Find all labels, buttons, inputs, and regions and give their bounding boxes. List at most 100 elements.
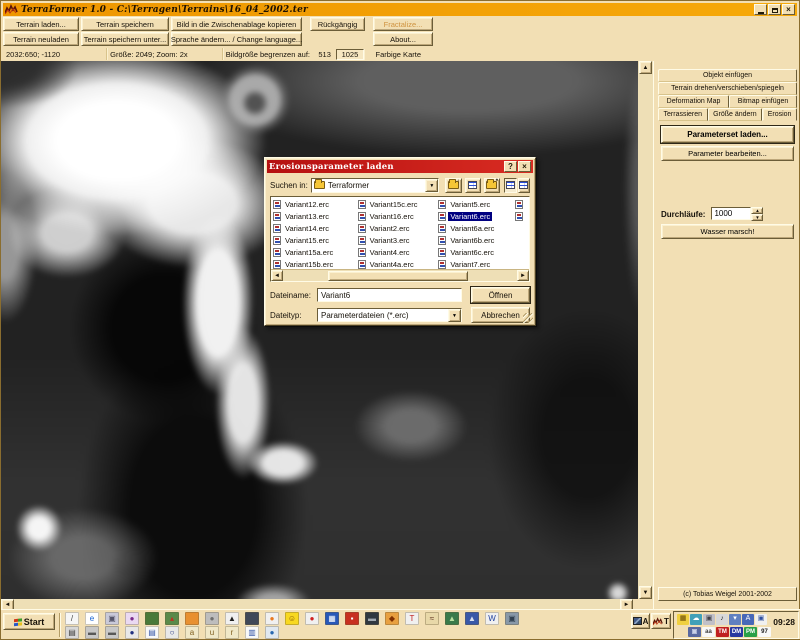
sprache-aendern-button[interactable]: Sprache ändern... / Change language... [171,32,302,46]
file-list-item[interactable] [515,198,529,210]
scrollbar-thumb[interactable] [328,271,468,281]
resize-grip[interactable] [523,313,533,323]
restore-button[interactable] [768,4,781,15]
quicklaunch-icon[interactable]: ● [125,612,139,625]
scroll-down-icon[interactable]: ▼ [639,586,652,599]
quicklaunch-icon[interactable]: T [405,612,419,625]
wasser-marsch-button[interactable]: Wasser marsch! [661,224,794,239]
quicklaunch-icon[interactable]: u [205,626,219,639]
tab-deformation-map[interactable]: Deformation Map [658,95,729,108]
terrain-speichern-button[interactable]: Terrain speichern [81,17,169,31]
cancel-button[interactable]: Abbrechen [471,307,530,323]
minimize-button[interactable] [754,4,767,15]
tray-icon[interactable]: ▦ [677,614,689,625]
file-list-item[interactable] [515,210,529,222]
bild-kopieren-button[interactable]: Bild in die Zwischenablage kopieren [171,17,302,31]
quicklaunch-icon[interactable]: ○ [165,626,179,639]
quicklaunch-icon[interactable] [245,612,259,625]
quicklaunch-icon[interactable]: ▲ [445,612,459,625]
details-view-button[interactable] [518,178,530,193]
map-vertical-scrollbar[interactable]: ▲ ▼ [638,61,653,599]
desktop-view-button[interactable] [465,178,481,193]
open-button[interactable]: Öffnen [471,287,530,303]
spin-up-icon[interactable]: ▲ [751,207,763,214]
file-list[interactable]: Variant12.erc Variant13.erc Variant14.er… [270,196,530,282]
tray-icon[interactable]: ♪ [716,614,728,625]
tray-icon[interactable]: A [742,614,754,625]
status-limit-height-field[interactable]: 1025 [336,49,363,60]
spin-down-icon[interactable]: ▼ [751,214,763,221]
about-button[interactable]: About... [373,32,433,46]
file-list-item[interactable]: Variant15c.erc [358,198,439,210]
quicklaunch-icon[interactable]: r [225,626,239,639]
tab-bitmap-einfuegen[interactable]: Bitmap einfügen [729,95,797,108]
quicklaunch-icon[interactable]: ▲ [225,612,239,625]
file-list-item[interactable]: Variant6.erc [438,210,515,222]
tray-icon[interactable]: ▾ [729,614,741,625]
file-list-item[interactable]: Variant6c.erc [438,246,515,258]
quicklaunch-icon[interactable]: ▬ [365,612,379,625]
terrain-speichern-unter-button[interactable]: Terrain speichern unter... [81,32,169,46]
file-list-item[interactable]: Variant14.erc [273,222,358,234]
quicklaunch-icon[interactable]: ▤ [65,626,79,639]
quicklaunch-icon[interactable] [145,612,159,625]
quicklaunch-icon[interactable] [185,612,199,625]
quicklaunch-icon[interactable]: ▲ [465,612,479,625]
scroll-right-icon[interactable]: ► [517,270,529,281]
file-list-item[interactable]: Variant6b.erc [438,234,515,246]
tray-icon[interactable]: ☁ [690,614,702,625]
file-list-item[interactable]: Variant15.erc [273,234,358,246]
file-list-item[interactable]: Variant16.erc [358,210,439,222]
file-list-item[interactable]: Variant5.erc [438,198,515,210]
task-button-a[interactable]: A [631,613,650,629]
terrain-laden-button[interactable]: Terrain laden... [3,17,79,31]
file-list-item[interactable]: Variant15a.erc [273,246,358,258]
quicklaunch-icon[interactable]: ▬ [85,626,99,639]
tab-erosion[interactable]: Erosion [762,108,797,121]
tab-groesse-aendern[interactable]: Größe ändern [708,108,763,121]
parameterset-laden-button[interactable]: Parameterset laden... [661,126,794,143]
tray-badge[interactable]: TM [716,627,729,637]
dialog-title-bar[interactable]: Erosionsparameter laden ? × [267,160,533,173]
quicklaunch-icon[interactable]: ▤ [145,626,159,639]
task-button-terraformer[interactable]: T [651,613,671,629]
quicklaunch-icon[interactable]: ▣ [105,612,119,625]
quicklaunch-icon[interactable]: ● [305,612,319,625]
quicklaunch-icon[interactable]: ▴ [165,612,179,625]
tray-badge[interactable]: DM [730,627,743,637]
tray-icon[interactable]: ▣ [703,614,715,625]
tab-objekt-einfuegen[interactable]: Objekt einfügen [658,69,797,82]
file-list-item[interactable]: Variant3.erc [358,234,439,246]
tab-terrain-drehen[interactable]: Terrain drehen/verschieben/spiegeln [658,82,797,95]
title-bar[interactable]: TerraFormer 1.0 - C:\Terragen\Terrains\1… [3,3,797,16]
quicklaunch-icon[interactable]: ◆ [385,612,399,625]
quicklaunch-icon[interactable]: ≈ [425,612,439,625]
filetype-combobox[interactable]: Parameterdateien (*.erc) ▼ [317,308,462,322]
scroll-up-icon[interactable]: ▲ [639,61,652,74]
file-list-item[interactable]: Variant2.erc [358,222,439,234]
tray-badge[interactable]: aa [702,627,715,637]
dialog-help-icon[interactable]: ? [504,161,517,172]
tray-badge[interactable]: 97 [758,627,771,637]
up-one-level-button[interactable]: ↑ [445,178,461,193]
quicklaunch-icon[interactable]: a [185,626,199,639]
filename-input[interactable] [317,288,462,302]
quicklaunch-icon[interactable]: ▬ [105,626,119,639]
quicklaunch-icon[interactable]: W [485,612,499,625]
file-list-item[interactable]: Variant12.erc [273,198,358,210]
dialog-close-icon[interactable]: × [518,161,531,172]
start-button[interactable]: Start [3,613,55,630]
quicklaunch-icon[interactable]: ▪ [345,612,359,625]
quicklaunch-icon[interactable]: ● [265,626,279,639]
new-folder-button[interactable]: * [484,178,500,193]
durchlaeufe-input[interactable] [711,207,751,220]
scroll-left-icon[interactable]: ◄ [271,270,283,281]
file-list-horizontal-scrollbar[interactable]: ◄ ► [271,269,529,281]
tray-icon[interactable]: ▣ [755,614,767,625]
quicklaunch-icon[interactable]: ▥ [245,626,259,639]
folder-combobox[interactable]: Terraformer ▼ [311,178,439,193]
quicklaunch-icon[interactable]: ● [205,612,219,625]
file-list-item[interactable]: Variant13.erc [273,210,358,222]
quicklaunch-icon[interactable]: ☺ [285,612,299,625]
tray-badge[interactable]: ▣ [688,627,701,637]
